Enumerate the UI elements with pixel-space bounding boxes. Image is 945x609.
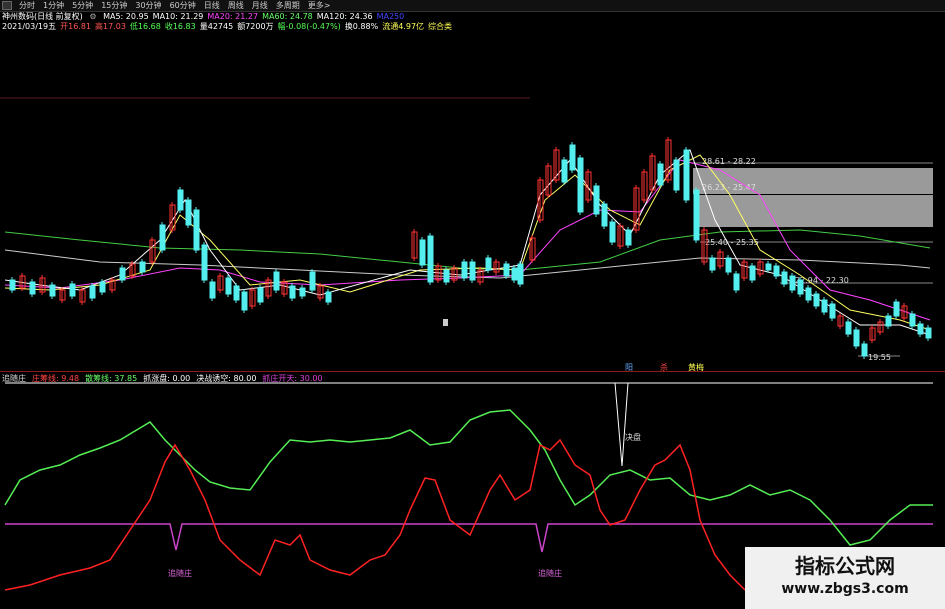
candle-60 (609, 221, 616, 243)
annotation-zhuisuizhuang-2: 追随庄 (538, 568, 562, 578)
candle-90 (853, 329, 860, 347)
candle-25 (241, 291, 248, 311)
watermark-url: www.zbgs3.com (781, 581, 909, 597)
candle-45 (485, 257, 492, 271)
candle-77 (749, 265, 756, 281)
box-label-1: 28.61 - 28.22 (702, 157, 756, 166)
candle-13 (139, 261, 146, 273)
candle-11 (119, 267, 126, 281)
candle-6 (69, 283, 76, 297)
indicator-item-5: 抓庄开天: 30.00 (262, 374, 323, 383)
candle-35 (325, 291, 332, 303)
candle-18 (185, 199, 192, 226)
candle-32 (299, 287, 306, 297)
candle-97 (909, 313, 916, 327)
candle-8 (89, 285, 96, 299)
candle-80 (773, 265, 780, 277)
candle-55 (569, 144, 576, 171)
candle-75 (733, 273, 740, 291)
candle-4 (49, 284, 56, 297)
candle-33 (309, 271, 316, 291)
indicator-item-0: 追随庄 (2, 374, 26, 383)
candle-59 (601, 203, 608, 227)
candle-24 (233, 285, 240, 301)
candle-47 (503, 263, 510, 277)
isolated-candle (443, 319, 448, 326)
candle-66 (657, 163, 664, 186)
candle-99 (925, 327, 932, 339)
box-label-3: 25.40 - 25.35 (705, 238, 759, 247)
watermark-title: 指标公式网 (795, 554, 895, 578)
candle-87 (829, 303, 836, 319)
candle-83 (797, 279, 804, 295)
candle-84 (805, 287, 812, 301)
juezhan-spike (614, 382, 629, 467)
candle-48 (511, 267, 518, 281)
candle-31 (289, 285, 296, 299)
indicator-item-4: 决战诱空: 80.00 (196, 374, 257, 383)
candle-79 (765, 263, 772, 271)
candle-82 (789, 275, 796, 291)
candle-17 (177, 189, 184, 211)
zhuangchou-line (4, 438, 746, 591)
candle-40 (443, 269, 450, 283)
candle-68 (673, 159, 680, 191)
candle-21 (209, 281, 216, 299)
candle-42 (461, 261, 468, 279)
candle-74 (725, 257, 732, 273)
indicator-item-3: 抓涨盘: 0.00 (143, 374, 191, 383)
candle-62 (625, 229, 632, 246)
candle-56 (577, 157, 584, 213)
candle-72 (709, 257, 716, 271)
indicator-header: 追随庄 庄筹线: 9.48 散筹线: 37.85 抓涨盘: 0.00 决战诱空: 80.… (2, 374, 329, 384)
indicator-item-2: 散筹线: 37.85 (85, 374, 138, 383)
candle-2 (29, 281, 36, 295)
stock-chart[interactable]: 28.61 - 28.2226.23 - 25.4725.40 - 25.352… (0, 0, 945, 609)
candle-20 (201, 244, 208, 281)
panel-divider (0, 371, 945, 372)
candle-38 (427, 235, 434, 283)
candle-54 (561, 159, 568, 183)
annotation-zhuisuizhuang-1: 追随庄 (168, 568, 192, 578)
candle-95 (893, 301, 900, 317)
candle-98 (917, 323, 924, 335)
candle-86 (821, 299, 828, 313)
candle-43 (469, 261, 476, 281)
candle-37 (419, 239, 426, 266)
candle-94 (885, 315, 892, 327)
low-price-label: 19.55 (868, 353, 891, 362)
candle-23 (225, 277, 232, 295)
candle-29 (273, 271, 280, 291)
candle-89 (845, 321, 852, 335)
watermark-logo: 指标公式网 www.zbgs3.com (745, 547, 945, 609)
candle-58 (593, 185, 600, 215)
candle-49 (517, 263, 524, 285)
annotation-juepan: 决盘 (625, 432, 641, 442)
candle-69 (683, 149, 690, 201)
candle-70 (693, 189, 700, 241)
candle-85 (813, 293, 820, 307)
candle-91 (861, 343, 868, 357)
candle-81 (781, 271, 788, 285)
candle-9 (99, 281, 106, 293)
candle-27 (257, 287, 264, 303)
candle-0 (9, 279, 16, 291)
indicator-item-1: 庄筹线: 9.48 (32, 374, 80, 383)
candle-19 (193, 209, 200, 251)
candle-15 (159, 224, 166, 251)
